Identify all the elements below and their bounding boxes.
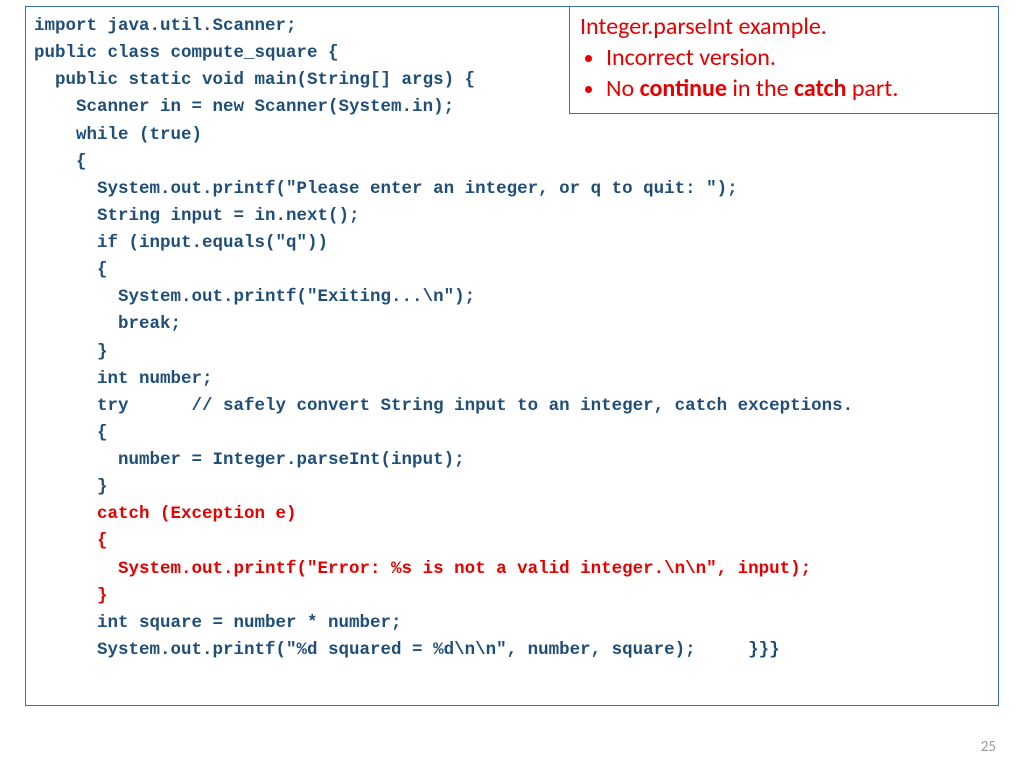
code-line: String input = in.next(); <box>34 206 360 226</box>
code-line: } <box>34 477 108 497</box>
code-line: { <box>34 152 87 172</box>
code-line-catch: System.out.printf("Error: %s is not a va… <box>34 559 811 579</box>
code-line: import java.util.Scanner; <box>34 16 297 36</box>
code-line-catch: { <box>34 531 108 551</box>
code-line: } <box>34 342 108 362</box>
code-line: System.out.printf("%d squared = %d\n\n",… <box>34 640 780 660</box>
code-line: int number; <box>34 369 213 389</box>
annotation-title: Integer.parseInt example. <box>580 11 988 42</box>
code-line: number = Integer.parseInt(input); <box>34 450 465 470</box>
code-line: System.out.printf("Please enter an integ… <box>34 179 738 199</box>
code-line: public class compute_square { <box>34 43 339 63</box>
code-line: break; <box>34 314 181 334</box>
page-number: 25 <box>981 738 996 756</box>
code-line: public static void main(String[] args) { <box>34 70 475 90</box>
code-line-catch: catch (Exception e) <box>34 504 297 524</box>
code-line: { <box>34 423 108 443</box>
code-line: try // safely convert String input to an… <box>34 396 853 416</box>
annotation-text: in the <box>727 74 794 103</box>
annotation-box: Integer.parseInt example. Incorrect vers… <box>569 6 999 114</box>
code-line: Scanner in = new Scanner(System.in); <box>34 97 454 117</box>
code-line: if (input.equals("q")) <box>34 233 328 253</box>
annotation-list: Incorrect version. No continue in the ca… <box>580 42 988 104</box>
annotation-bold: catch <box>794 74 846 103</box>
code-line: while (true) <box>34 125 202 145</box>
annotation-item: Incorrect version. <box>606 42 988 73</box>
code-line: System.out.printf("Exiting...\n"); <box>34 287 475 307</box>
annotation-text: Incorrect version. <box>606 43 776 72</box>
annotation-text: No <box>606 74 640 103</box>
annotation-text: part. <box>846 74 898 103</box>
annotation-bold: continue <box>640 74 727 103</box>
code-line-catch: } <box>34 586 108 606</box>
code-line: { <box>34 260 108 280</box>
annotation-item: No continue in the catch part. <box>606 73 988 104</box>
code-line: int square = number * number; <box>34 613 402 633</box>
